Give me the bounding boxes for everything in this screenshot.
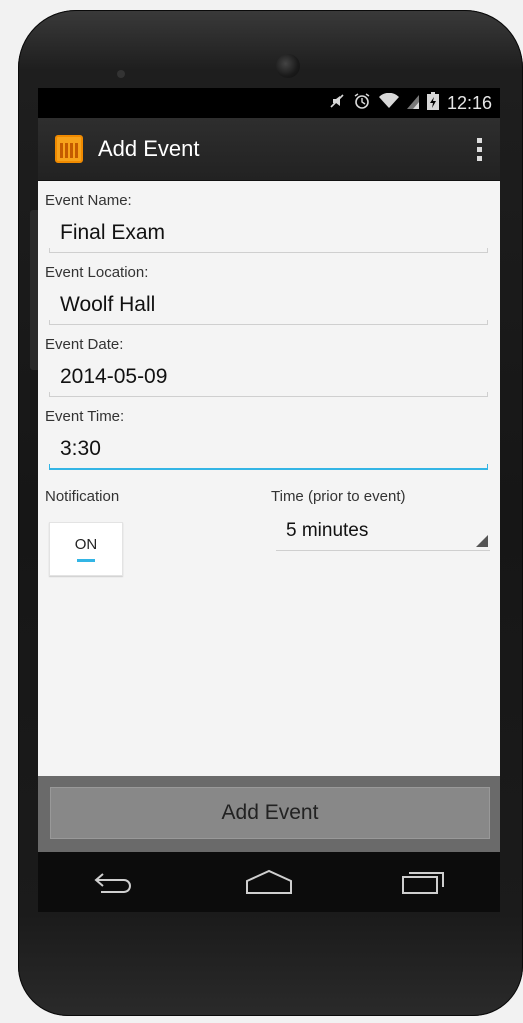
event-date-input[interactable] xyxy=(49,362,478,392)
status-time: 12:16 xyxy=(446,92,492,113)
volume-button xyxy=(30,210,38,370)
notification-toggle[interactable]: ON xyxy=(49,522,123,576)
navigation-bar xyxy=(38,852,500,912)
proximity-sensor xyxy=(117,70,125,78)
prior-time-value: 5 minutes xyxy=(286,520,369,541)
event-time-field-wrapper xyxy=(49,434,488,470)
toggle-indicator xyxy=(77,559,95,562)
notification-row: Notification ON Time (prior to event) 5 … xyxy=(45,488,490,576)
alarm-icon xyxy=(353,92,371,115)
notification-label: Notification xyxy=(45,488,120,505)
bottom-bar: Add Event xyxy=(38,776,500,852)
event-date-field-wrapper xyxy=(49,362,488,397)
page-title: Add Event xyxy=(98,136,200,161)
mute-icon xyxy=(329,93,345,114)
recent-apps-icon[interactable] xyxy=(393,862,453,902)
notification-column: Notification ON xyxy=(45,488,271,576)
event-date-label: Event Date: xyxy=(45,336,124,353)
event-location-label: Event Location: xyxy=(45,264,149,281)
event-location-input[interactable] xyxy=(49,290,478,320)
front-camera xyxy=(276,54,300,78)
wifi-icon xyxy=(378,92,399,114)
event-name-label: Event Name: xyxy=(45,192,132,209)
event-form: Event Name: Event Location: Event Date: … xyxy=(38,192,500,576)
calendar-icon[interactable] xyxy=(55,135,83,163)
add-event-button[interactable]: Add Event xyxy=(50,787,490,839)
spinner-arrow-icon xyxy=(476,535,488,547)
prior-time-spinner[interactable]: 5 minutes xyxy=(276,520,490,551)
signal-icon xyxy=(406,93,419,114)
screen: 12:16 Add Event Event Name: Event Locati… xyxy=(38,88,500,852)
prior-time-label: Time (prior to event) xyxy=(271,488,406,505)
status-bar: 12:16 xyxy=(38,88,500,118)
overflow-menu-icon[interactable] xyxy=(477,137,482,161)
event-time-input[interactable] xyxy=(49,434,478,464)
back-icon[interactable] xyxy=(85,862,145,902)
event-name-input[interactable] xyxy=(49,218,478,248)
event-name-field-wrapper xyxy=(49,218,488,253)
event-time-label: Event Time: xyxy=(45,408,125,425)
home-icon[interactable] xyxy=(239,862,299,902)
event-location-field-wrapper xyxy=(49,290,488,325)
battery-icon xyxy=(426,91,439,115)
prior-time-column: Time (prior to event) 5 minutes xyxy=(271,488,490,576)
notification-toggle-text: ON xyxy=(74,536,98,553)
action-bar: Add Event xyxy=(38,118,500,181)
